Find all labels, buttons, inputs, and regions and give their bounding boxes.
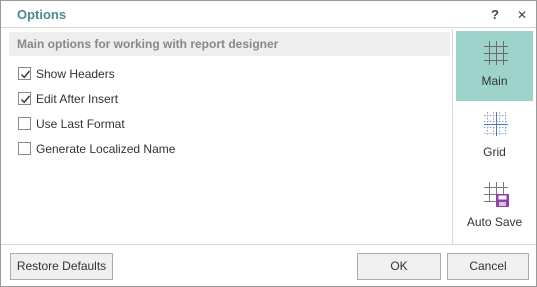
grid-dotted-icon <box>484 112 508 136</box>
use-last-format-label: Use Last Format <box>36 117 125 131</box>
option-show-headers[interactable]: Show Headers <box>18 65 318 83</box>
dialog-footer: Restore Defaults OK Cancel <box>1 244 536 286</box>
sidebar-item-main[interactable]: Main <box>456 31 533 101</box>
grid-icon <box>484 41 508 65</box>
show-headers-checkbox[interactable] <box>18 67 31 80</box>
show-headers-label: Show Headers <box>36 67 115 81</box>
generate-localized-name-label: Generate Localized Name <box>36 142 176 156</box>
cancel-button[interactable]: Cancel <box>447 253 529 280</box>
help-button[interactable]: ? <box>485 5 505 25</box>
option-generate-localized-name[interactable]: Generate Localized Name <box>18 140 318 158</box>
sidebar-item-auto-save[interactable]: Auto Save <box>456 172 533 242</box>
option-use-last-format[interactable]: Use Last Format <box>18 115 318 133</box>
dialog-title: Options <box>17 7 67 22</box>
sidebar-item-grid[interactable]: Grid <box>456 102 533 172</box>
sidebar-item-auto-save-label: Auto Save <box>466 215 523 229</box>
options-dialog: Options ? ✕ Main options for working wit… <box>0 0 537 287</box>
generate-localized-name-checkbox[interactable] <box>18 142 31 155</box>
title-bar: Options ? ✕ <box>1 1 536 28</box>
edit-after-insert-label: Edit After Insert <box>36 92 119 106</box>
close-button[interactable]: ✕ <box>512 5 532 25</box>
grid-save-icon <box>484 182 509 207</box>
section-header: Main options for working with report des… <box>9 32 450 56</box>
edit-after-insert-checkbox[interactable] <box>18 92 31 105</box>
restore-defaults-button[interactable]: Restore Defaults <box>10 253 113 280</box>
ok-button[interactable]: OK <box>357 253 441 280</box>
checkmark-icon <box>20 95 31 104</box>
section-header-text: Main options for working with report des… <box>17 37 279 51</box>
sidebar-item-main-label: Main <box>481 74 508 88</box>
checkmark-icon <box>20 70 31 79</box>
option-edit-after-insert[interactable]: Edit After Insert <box>18 90 318 108</box>
use-last-format-checkbox[interactable] <box>18 117 31 130</box>
sidebar-item-grid-label: Grid <box>483 145 506 159</box>
category-sidebar: Main Grid Auto Save <box>452 29 536 244</box>
main-options-panel: Main options for working with report des… <box>1 29 452 244</box>
